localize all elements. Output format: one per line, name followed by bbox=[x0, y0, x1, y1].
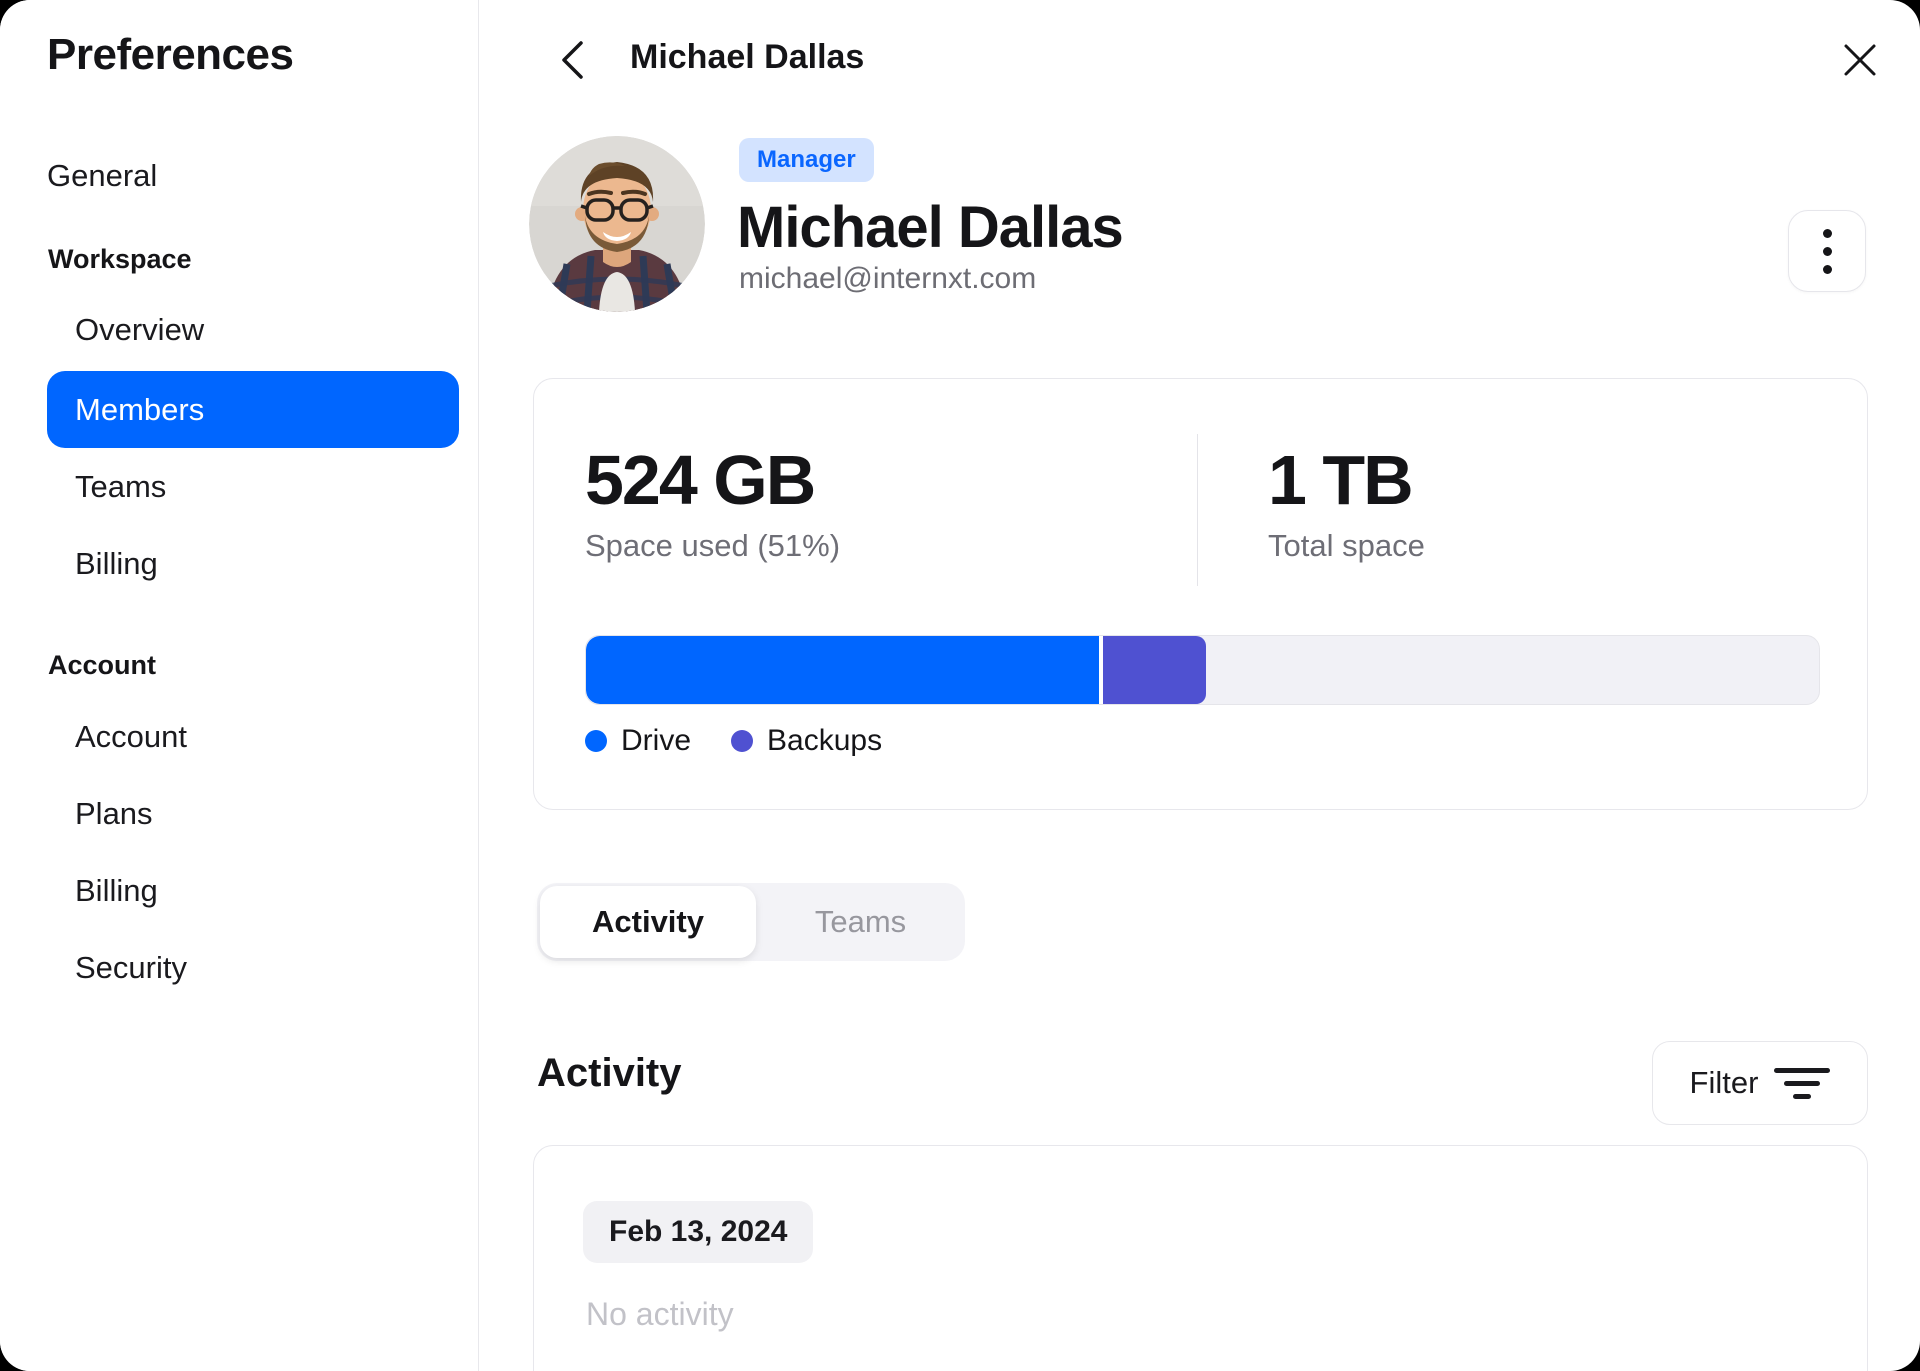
space-used-caption: Space used (51%) bbox=[585, 528, 841, 563]
sidebar-item-plans[interactable]: Plans bbox=[75, 796, 153, 832]
stats-divider bbox=[1197, 434, 1198, 586]
activity-card: Feb 13, 2024 No activity bbox=[533, 1145, 1868, 1371]
space-used-value: 524 GB bbox=[585, 441, 816, 519]
avatar bbox=[529, 136, 705, 312]
detail-tabs: Activity Teams bbox=[537, 883, 965, 961]
storage-legend: Drive Backups bbox=[585, 724, 882, 758]
sidebar-item-security[interactable]: Security bbox=[75, 950, 187, 986]
sidebar-section-workspace: Workspace bbox=[48, 244, 192, 274]
back-button[interactable] bbox=[550, 38, 594, 82]
total-space-value: 1 TB bbox=[1268, 441, 1414, 519]
bar-backups-segment bbox=[1102, 636, 1207, 704]
sidebar-item-billing-workspace[interactable]: Billing bbox=[75, 546, 158, 582]
tab-teams[interactable]: Teams bbox=[756, 883, 965, 961]
kebab-menu-icon bbox=[1822, 228, 1832, 274]
chevron-left-icon bbox=[562, 41, 583, 79]
sidebar-item-members[interactable]: Members bbox=[47, 371, 459, 448]
page-title: Michael Dallas bbox=[630, 38, 865, 76]
activity-heading: Activity bbox=[537, 1051, 682, 1095]
total-space-caption: Total space bbox=[1268, 528, 1425, 563]
sidebar-section-account: Account bbox=[48, 650, 156, 680]
sidebar-item-teams[interactable]: Teams bbox=[75, 469, 166, 505]
backups-legend-dot bbox=[731, 730, 754, 752]
filter-button[interactable]: Filter bbox=[1652, 1041, 1868, 1125]
sidebar-item-billing-account[interactable]: Billing bbox=[75, 873, 158, 909]
member-options-button[interactable] bbox=[1788, 210, 1866, 292]
sidebar-item-members-label: Members bbox=[75, 391, 205, 427]
tab-activity[interactable]: Activity bbox=[540, 886, 756, 958]
sidebar-item-overview[interactable]: Overview bbox=[75, 312, 204, 348]
close-icon bbox=[1844, 44, 1876, 76]
sidebar-item-general[interactable]: General bbox=[47, 158, 157, 194]
screen: Preferences General Workspace Overview M… bbox=[0, 0, 1920, 1371]
activity-empty-text: No activity bbox=[586, 1296, 734, 1332]
drive-legend-label: Drive bbox=[621, 724, 692, 757]
filter-button-label: Filter bbox=[1689, 1065, 1759, 1100]
avatar-portrait bbox=[529, 136, 705, 312]
storage-usage-bar bbox=[585, 635, 1820, 705]
sidebar-item-account[interactable]: Account bbox=[75, 719, 187, 755]
activity-date-badge: Feb 13, 2024 bbox=[583, 1201, 814, 1263]
sidebar: Preferences General Workspace Overview M… bbox=[0, 0, 479, 1371]
preferences-window: Preferences General Workspace Overview M… bbox=[0, 0, 1920, 1371]
role-badge: Manager bbox=[739, 138, 874, 182]
profile-name: Michael Dallas bbox=[737, 195, 1124, 260]
close-button[interactable] bbox=[1836, 36, 1884, 84]
drive-legend-dot bbox=[585, 730, 607, 752]
sidebar-title: Preferences bbox=[47, 30, 294, 79]
bar-drive-segment bbox=[586, 636, 1099, 704]
filter-lines-icon bbox=[1774, 1067, 1831, 1099]
backups-legend-label: Backups bbox=[767, 724, 883, 757]
profile-email: michael@internxt.com bbox=[739, 262, 1037, 295]
